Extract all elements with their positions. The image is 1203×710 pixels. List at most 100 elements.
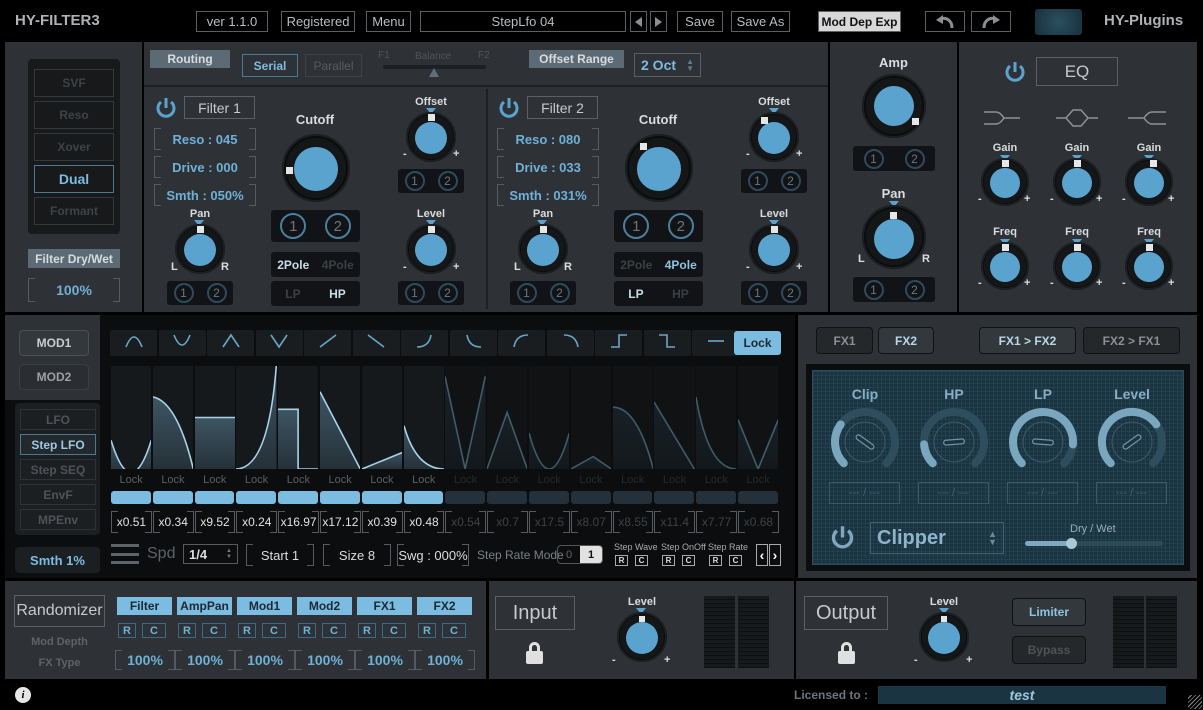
step-onoff-toggle[interactable] (696, 491, 736, 504)
step-lock[interactable]: Lock (571, 474, 611, 486)
info-icon[interactable]: i (15, 687, 31, 703)
step-start[interactable]: Start 1 (246, 544, 314, 566)
step-rate-clear[interactable]: C (729, 555, 742, 566)
pan-knob[interactable] (175, 224, 225, 274)
pole-4-option[interactable]: 4Pole (665, 258, 697, 272)
mod-slot-1[interactable]: 1 (404, 171, 425, 191)
hp-option[interactable]: HP (329, 287, 346, 301)
level-knob[interactable] (406, 224, 456, 274)
step-wave-random[interactable]: R (615, 555, 628, 566)
amp-knob[interactable] (862, 74, 926, 138)
mod-slot-2[interactable]: 2 (437, 283, 458, 303)
step-onoff-toggle[interactable] (111, 491, 151, 504)
page-prev-button[interactable]: ‹ (756, 544, 768, 566)
step-rate-value[interactable]: x0.24 (236, 511, 277, 533)
filter-type-reso[interactable]: Reso (34, 101, 114, 129)
shape-flat-button[interactable] (692, 330, 739, 356)
shape-step-up-button[interactable] (595, 330, 642, 356)
mod-dep-exp-button[interactable]: Mod Dep Exp (818, 11, 901, 32)
power-icon[interactable] (154, 96, 178, 125)
step-onoff-toggle[interactable] (445, 491, 486, 504)
clear-button[interactable]: C (142, 623, 166, 638)
step-waveform[interactable] (319, 366, 362, 470)
step-rate-value[interactable]: x0.7 (487, 511, 528, 533)
step-lock[interactable]: Lock (487, 474, 527, 486)
preset-prev-button[interactable] (630, 11, 647, 32)
offset-knob[interactable] (406, 112, 456, 162)
speed-select[interactable]: 1/4 ▲ ▼ (183, 544, 238, 564)
mod-slot-1[interactable]: 1 (747, 283, 768, 303)
step-waveform[interactable] (236, 365, 278, 470)
redo-button[interactable] (971, 11, 1011, 32)
step-rate-value[interactable]: x16.97 (278, 511, 319, 533)
step-lock[interactable]: Lock (320, 474, 360, 486)
randomize-button[interactable]: R (298, 623, 316, 638)
randomize-button[interactable]: R (178, 623, 196, 638)
undo-button[interactable] (925, 11, 965, 32)
output-level-knob[interactable] (919, 612, 969, 662)
step-rate-value[interactable]: x0.68 (738, 511, 779, 533)
step-lock[interactable]: Lock (195, 474, 235, 486)
page-next-button[interactable]: › (769, 544, 781, 566)
step-rate-value[interactable]: x0.39 (361, 511, 403, 533)
resize-grip-icon[interactable] (1188, 695, 1202, 709)
power-icon[interactable] (497, 96, 521, 125)
step-rate-mode-1[interactable]: 1 (580, 546, 602, 563)
randomizer-depth-value[interactable]: 100% (355, 650, 415, 670)
eq-freq-knob[interactable] (1125, 242, 1173, 290)
mod-type-mpenv[interactable]: MPEnv (20, 509, 96, 530)
step-onoff-random[interactable]: R (662, 555, 675, 566)
lp-option[interactable]: LP (628, 287, 643, 301)
fx-power-icon[interactable] (829, 524, 856, 551)
shape-step-down-button[interactable] (643, 330, 691, 356)
step-size[interactable]: Size 8 (323, 544, 391, 566)
step-onoff-toggle[interactable] (738, 491, 778, 504)
step-waveform[interactable] (110, 366, 153, 474)
mod-type-envf[interactable]: EnvF (20, 484, 96, 505)
offset-range-select[interactable]: 2 Oct ▲ ▼ (634, 53, 701, 77)
swing-value[interactable]: Swg : 000% (397, 544, 469, 566)
mod-slot-2[interactable]: 2 (780, 283, 801, 303)
randomize-button[interactable]: R (238, 623, 256, 638)
menu-button[interactable]: Menu (366, 11, 411, 32)
pole-2-option[interactable]: 2Pole (620, 258, 652, 272)
step-lock[interactable]: Lock (362, 474, 402, 486)
randomizer-target-button[interactable]: Mod1 (237, 597, 292, 615)
fx-lp-knob[interactable] (1006, 405, 1080, 479)
routing-parallel-button[interactable]: Parallel (305, 54, 362, 77)
mod-slot-2[interactable]: 2 (904, 279, 925, 300)
mod2-tab[interactable]: MOD2 (19, 364, 89, 390)
step-lock[interactable]: Lock (529, 474, 569, 486)
shape-exp-up-button[interactable] (401, 330, 448, 356)
step-rate-value[interactable]: x8.07 (570, 511, 612, 533)
fx2-tab[interactable]: FX2 (878, 327, 934, 354)
lock-toggle-button[interactable]: Lock (734, 331, 781, 355)
step-lock[interactable]: Lock (236, 474, 276, 486)
smooth-value[interactable]: Smth : 031% (497, 184, 599, 206)
filter-type-dual[interactable]: Dual (34, 165, 114, 193)
step-rate-value[interactable]: x11.4 (654, 511, 695, 533)
step-waveform[interactable] (695, 366, 737, 470)
mod-type-step-lfo[interactable]: Step LFO (20, 434, 96, 455)
randomizer-target-button[interactable]: FX2 (417, 597, 472, 615)
mod-slot-1[interactable]: 1 (747, 171, 768, 191)
step-waveform[interactable] (152, 366, 194, 470)
step-onoff-toggle[interactable] (320, 491, 360, 504)
drive-value[interactable]: Drive : 033 (497, 156, 599, 178)
offset-knob[interactable] (749, 112, 799, 162)
step-lock[interactable]: Lock (111, 474, 151, 486)
fx1-to-fx2-button[interactable]: FX1 > FX2 (979, 327, 1076, 354)
logo-display[interactable] (1035, 9, 1082, 35)
fx-dry-wet-slider[interactable] (1025, 538, 1163, 549)
fx-level-knob[interactable] (1095, 405, 1169, 479)
input-level-knob[interactable] (617, 612, 667, 662)
eq-gain-knob[interactable] (1053, 158, 1101, 206)
step-lock[interactable]: Lock (153, 474, 193, 486)
step-lock[interactable]: Lock (613, 474, 653, 486)
lp-option[interactable]: LP (285, 287, 300, 301)
clear-button[interactable]: C (382, 623, 406, 638)
mod-slot-2[interactable]: 2 (780, 171, 801, 191)
eq-gain-knob[interactable] (981, 158, 1029, 206)
step-onoff-toggle[interactable] (529, 491, 569, 504)
mod-slot-2[interactable]: 2 (324, 213, 351, 239)
